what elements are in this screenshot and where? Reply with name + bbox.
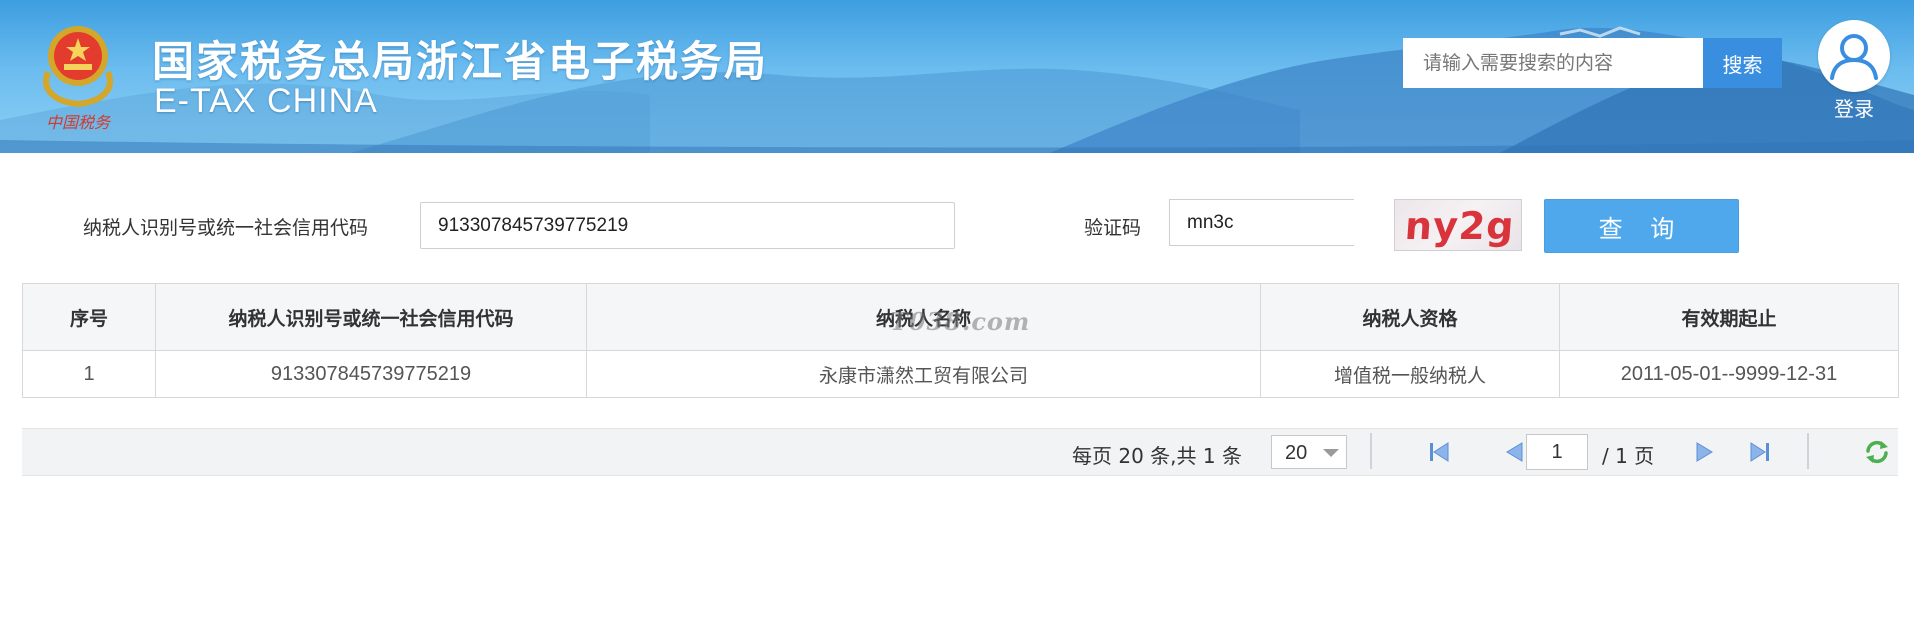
svg-text:中国税务: 中国税务 (46, 113, 112, 132)
search-button[interactable]: 搜索 (1703, 38, 1782, 88)
captcha-image[interactable]: ny2g (1394, 199, 1522, 251)
login-button[interactable]: 登录 (1818, 20, 1890, 122)
col-header-qualification: 纳税人资格 (1260, 283, 1560, 351)
cell-taxid: 913307845739775219 (155, 350, 587, 398)
site-subtitle: E-TAX CHINA (154, 82, 378, 120)
pager-divider (1807, 433, 1809, 469)
taxid-label: 纳税人识别号或统一社会信用代码 (83, 217, 369, 239)
chevron-down-icon (1323, 449, 1339, 457)
col-header-taxid: 纳税人识别号或统一社会信用代码 (155, 283, 587, 351)
total-pages: / 1 页 (1602, 444, 1655, 468)
pagination-summary: 每页 20 条,共 1 条 (1072, 444, 1242, 468)
national-emblem-icon: 中国税务 (43, 26, 113, 132)
header-banner: 中国税务 国家税务总局浙江省电子税务局 E-TAX CHINA 搜索 登录 (0, 0, 1914, 153)
col-header-name: 纳税人名称 (586, 283, 1261, 351)
captcha-image-text: ny2g (1403, 204, 1517, 248)
refresh-icon[interactable] (1862, 437, 1892, 467)
site-title: 国家税务总局浙江省电子税务局 (152, 37, 769, 86)
cell-name: 永康市潇然工贸有限公司 (586, 350, 1261, 398)
pager-divider (1370, 433, 1372, 469)
current-page-input[interactable] (1526, 434, 1588, 470)
table-header-row: 序号 纳税人识别号或统一社会信用代码 纳税人名称 纳税人资格 有效期起止 (22, 283, 1899, 351)
cell-validity: 2011-05-01--9999-12-31 (1559, 350, 1899, 398)
col-header-validity: 有效期起止 (1559, 283, 1899, 351)
next-page-icon[interactable] (1690, 437, 1720, 467)
col-header-index: 序号 (22, 283, 156, 351)
login-label[interactable]: 登录 (1818, 93, 1890, 122)
pagination-bar: 每页 20 条,共 1 条 20 / 1 页 (22, 428, 1898, 476)
captcha-label: 验证码 (1084, 217, 1142, 239)
search-input[interactable] (1403, 38, 1703, 88)
taxid-input[interactable] (420, 202, 955, 249)
last-page-icon[interactable] (1745, 437, 1775, 467)
cell-qualification: 增值税一般纳税人 (1260, 350, 1560, 398)
user-icon (1830, 34, 1878, 80)
prev-page-icon[interactable] (1499, 437, 1529, 467)
results-table: 序号 纳税人识别号或统一社会信用代码 纳税人名称 纳税人资格 有效期起止 1 9… (22, 283, 1899, 398)
table-row: 1 913307845739775219 永康市潇然工贸有限公司 增值税一般纳税… (22, 350, 1899, 398)
page-size-select[interactable]: 20 (1271, 435, 1347, 469)
page-size-value: 20 (1285, 442, 1308, 464)
avatar[interactable] (1818, 20, 1890, 92)
cell-index: 1 (22, 350, 156, 398)
captcha-input[interactable] (1169, 199, 1354, 246)
first-page-icon[interactable] (1424, 437, 1454, 467)
query-button[interactable]: 查 询 (1544, 199, 1739, 253)
